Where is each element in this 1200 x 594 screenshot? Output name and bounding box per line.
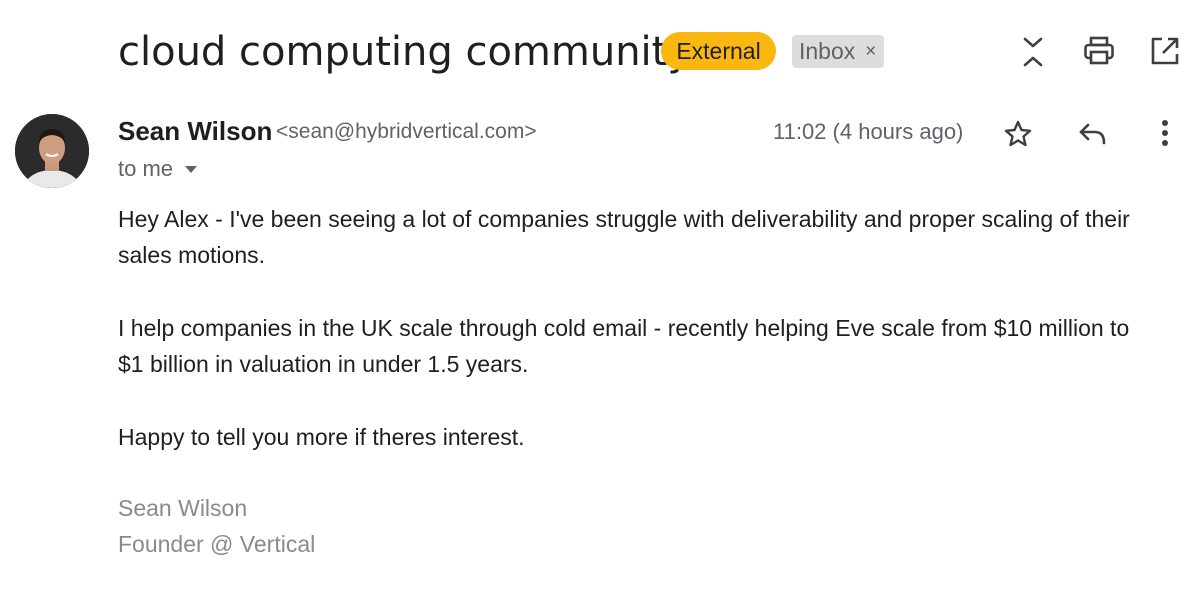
print-button[interactable] bbox=[1080, 33, 1118, 69]
more-options-button[interactable] bbox=[1153, 117, 1177, 149]
inbox-label-text: Inbox bbox=[799, 38, 856, 64]
signature-name: Sean Wilson bbox=[118, 495, 248, 521]
body-paragraph-3: Happy to tell you more if theres interes… bbox=[118, 419, 1188, 455]
open-in-new-window-button[interactable] bbox=[1148, 34, 1182, 68]
recipient-details-toggle[interactable]: to me bbox=[118, 155, 198, 183]
expand-collapse-icon bbox=[1023, 37, 1043, 67]
more-vert-icon bbox=[1162, 120, 1168, 146]
body-paragraph-2: I help companies in the UK scale through… bbox=[118, 310, 1188, 382]
body-line: sales motions. bbox=[118, 242, 266, 268]
email-subject: cloud computing community bbox=[118, 29, 692, 75]
inbox-label-chip[interactable]: Inbox × bbox=[792, 35, 884, 68]
star-button[interactable] bbox=[1001, 117, 1035, 151]
received-time: 11:02 (4 hours ago) bbox=[773, 119, 964, 144]
print-icon bbox=[1084, 36, 1114, 65]
external-label-badge: External bbox=[661, 32, 776, 70]
body-line: I help companies in the UK scale through… bbox=[118, 315, 1130, 341]
reply-icon bbox=[1079, 123, 1106, 145]
remove-label-button[interactable]: × bbox=[865, 35, 876, 68]
sender-email: <sean@hybridvertical.com> bbox=[276, 120, 537, 143]
body-paragraph-1: Hey Alex - I've been seeing a lot of com… bbox=[118, 201, 1188, 273]
expand-collapse-button[interactable] bbox=[1016, 32, 1050, 72]
body-line: Hey Alex - I've been seeing a lot of com… bbox=[118, 206, 1130, 232]
open-in-new-window-icon bbox=[1151, 37, 1179, 65]
body-line: Happy to tell you more if theres interes… bbox=[118, 424, 525, 450]
star-icon bbox=[1004, 120, 1032, 147]
signature-title: Founder @ Vertical bbox=[118, 531, 316, 557]
reply-button[interactable] bbox=[1076, 119, 1110, 149]
sender-name[interactable]: Sean Wilson bbox=[118, 115, 272, 147]
body-line: $1 billion in valuation in under 1.5 yea… bbox=[118, 351, 529, 377]
caret-down-icon bbox=[185, 165, 198, 173]
sender-avatar[interactable] bbox=[15, 114, 89, 188]
recipient-text: to me bbox=[118, 156, 174, 181]
avatar-photo bbox=[15, 114, 89, 188]
